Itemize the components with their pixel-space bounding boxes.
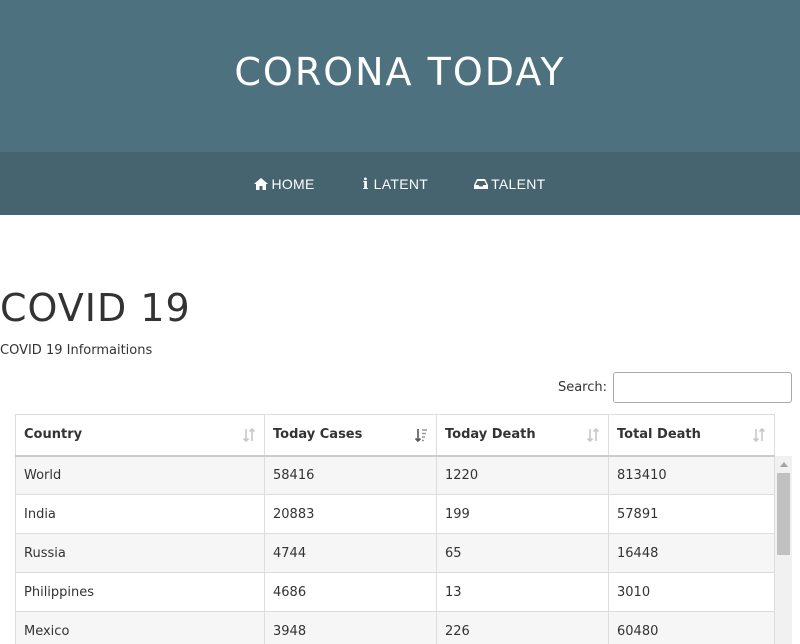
- sort-descending-icon: [414, 429, 427, 443]
- table-cell: Mexico: [15, 611, 265, 644]
- table-row: India 20883 199 57891: [15, 494, 775, 534]
- table-cell: 60480: [608, 611, 775, 644]
- column-header-total-death[interactable]: Total Death: [608, 414, 775, 457]
- covid-table-container: Country Today Cases Today Death Total De…: [15, 414, 793, 644]
- scroll-up-arrow-icon[interactable]: [775, 456, 792, 472]
- table-cell: 1220: [436, 455, 609, 495]
- table-cell: 57891: [608, 494, 775, 534]
- table-header-row: Country Today Cases Today Death Total De…: [15, 414, 775, 457]
- table-cell: 813410: [608, 455, 775, 495]
- table-row: Russia 4744 65 16448: [15, 533, 775, 573]
- table-cell: Russia: [15, 533, 265, 573]
- main-nav: HOME i LATENT TALENT: [0, 152, 800, 215]
- table-cell: 13: [436, 572, 609, 612]
- covid-table: Country Today Cases Today Death Total De…: [15, 414, 775, 644]
- site-header: CORONA TODAY: [0, 0, 800, 152]
- nav-item-latent[interactable]: i LATENT: [361, 174, 429, 193]
- search-label: Search:: [557, 380, 607, 395]
- sort-both-icon: [242, 427, 256, 443]
- table-cell: 4744: [264, 533, 437, 573]
- column-header-label: Today Death: [445, 427, 536, 443]
- table-cell: 3948: [264, 611, 437, 644]
- nav-item-home[interactable]: HOME: [254, 176, 314, 192]
- column-header-label: Today Cases: [273, 427, 363, 443]
- info-icon: i: [362, 174, 369, 193]
- page-subtitle: COVID 19 Informaitions: [0, 343, 153, 358]
- sort-both-icon: [752, 427, 766, 443]
- column-header-today-cases[interactable]: Today Cases: [264, 414, 437, 457]
- table-cell: 65: [436, 533, 609, 573]
- nav-item-label: HOME: [271, 175, 315, 192]
- column-header-today-death[interactable]: Today Death: [436, 414, 609, 457]
- table-cell: 226: [436, 611, 609, 644]
- nav-item-label: TALENT: [491, 175, 546, 192]
- table-cell: India: [15, 494, 265, 534]
- site-title: CORONA TODAY: [234, 50, 566, 94]
- search-input[interactable]: [613, 372, 792, 403]
- inbox-icon: [474, 177, 489, 191]
- table-cell: 20883: [264, 494, 437, 534]
- table-cell: 16448: [608, 533, 775, 573]
- nav-item-talent[interactable]: TALENT: [474, 176, 545, 192]
- sort-both-icon: [586, 427, 600, 443]
- table-cell: 58416: [264, 455, 437, 495]
- table-scrollbar[interactable]: [775, 456, 792, 644]
- column-header-label: Country: [24, 427, 83, 443]
- table-cell: 199: [436, 494, 609, 534]
- table-cell: Philippines: [15, 572, 265, 612]
- column-header-label: Total Death: [617, 427, 701, 443]
- table-cell: 4686: [264, 572, 437, 612]
- table-row: Mexico 3948 226 60480: [15, 611, 775, 644]
- nav-item-label: LATENT: [373, 175, 429, 192]
- scrollbar-thumb[interactable]: [777, 473, 790, 555]
- table-row: World 58416 1220 813410: [15, 455, 775, 495]
- page-title: COVID 19: [0, 286, 191, 330]
- column-header-country[interactable]: Country: [15, 414, 265, 457]
- home-icon: [254, 177, 269, 191]
- table-row: Philippines 4686 13 3010: [15, 572, 775, 612]
- table-cell: 3010: [608, 572, 775, 612]
- table-cell: World: [15, 455, 265, 495]
- table-search: Search:: [558, 372, 792, 403]
